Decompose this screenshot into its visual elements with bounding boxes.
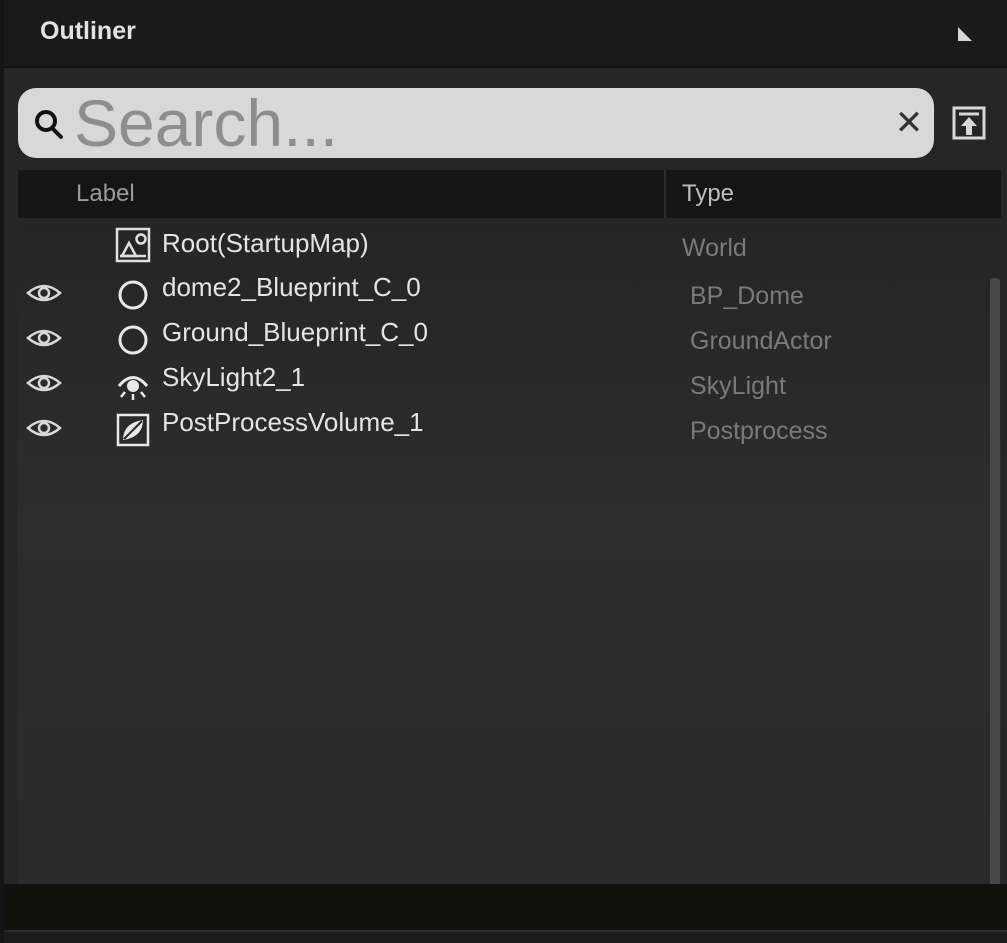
- row-label: dome2_Blueprint_C_0: [162, 272, 421, 302]
- list-item-ground[interactable]: Ground_Blueprint_C_0 GroundActor: [18, 317, 988, 361]
- outliner-list: Root(StartupMap) World dome2_Blueprint_C…: [18, 222, 1001, 884]
- row-label: Root(StartupMap): [162, 228, 369, 258]
- row-type: Postprocess: [690, 417, 828, 445]
- bottom-border: [4, 930, 1007, 943]
- row-label: Ground_Blueprint_C_0: [162, 317, 428, 347]
- search-input[interactable]: [74, 90, 874, 156]
- list-item-postprocess[interactable]: PostProcessVolume_1 Postprocess: [18, 407, 988, 451]
- clear-search-icon[interactable]: ✕: [892, 106, 926, 140]
- list-item-skylight[interactable]: SkyLight2_1 SkyLight: [18, 362, 988, 406]
- postprocess-icon: [116, 413, 150, 447]
- actor-circle-icon: [118, 280, 148, 310]
- column-header-row: Label Type: [18, 170, 1001, 218]
- row-type: BP_Dome: [690, 282, 804, 310]
- viewport-strip: [4, 884, 1007, 930]
- row-type: World: [682, 234, 747, 262]
- list-item-root[interactable]: Root(StartupMap) World: [18, 224, 988, 268]
- list-item-dome2[interactable]: dome2_Blueprint_C_0 BP_Dome: [18, 272, 988, 316]
- row-label: SkyLight2_1: [162, 362, 306, 392]
- panel-title: Outliner: [40, 17, 136, 45]
- visibility-eye-icon[interactable]: [26, 280, 62, 306]
- panel-titlebar: Outliner: [4, 0, 1007, 68]
- row-type: GroundActor: [690, 327, 832, 355]
- skylight-icon: [117, 376, 149, 400]
- row-type: SkyLight: [690, 372, 786, 400]
- search-icon: [35, 110, 63, 139]
- visibility-eye-icon[interactable]: [26, 370, 62, 396]
- vertical-scrollbar[interactable]: [990, 278, 1000, 892]
- visibility-eye-icon[interactable]: [26, 415, 62, 441]
- column-header-type[interactable]: Type: [682, 180, 734, 208]
- collapse-to-top-icon[interactable]: [950, 104, 988, 142]
- visibility-eye-icon[interactable]: [26, 325, 62, 351]
- row-label: PostProcessVolume_1: [162, 407, 424, 437]
- actor-circle-icon: [118, 325, 148, 355]
- panel-options-triangle-icon[interactable]: [956, 25, 974, 43]
- search-box[interactable]: ✕: [18, 88, 934, 158]
- world-icon: [115, 227, 151, 263]
- column-separator[interactable]: [664, 170, 666, 218]
- column-header-label[interactable]: Label: [76, 180, 135, 208]
